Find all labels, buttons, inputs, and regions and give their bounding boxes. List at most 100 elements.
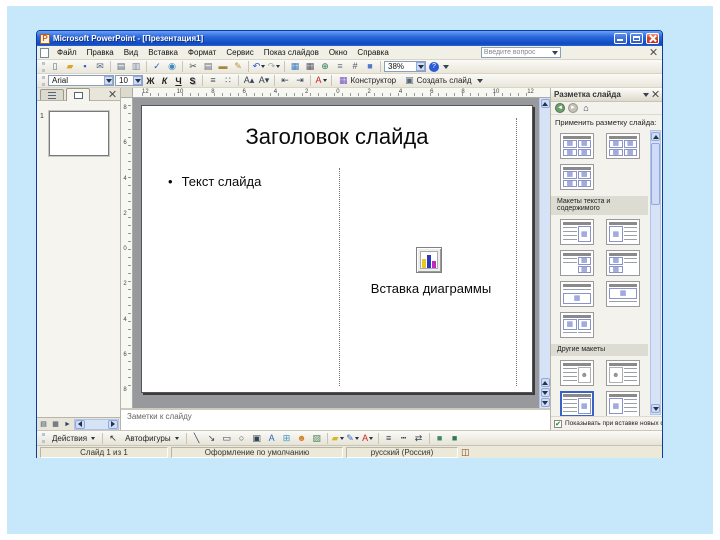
- insert-hyperlink-icon[interactable]: ⊕: [318, 60, 332, 73]
- show-on-insert-checkbox[interactable]: ✔ Показывать при вставке новых слайдов: [551, 416, 662, 430]
- layout-content-2x2[interactable]: ▦ ▦ ▦ ▦: [560, 164, 594, 190]
- increase-indent-icon[interactable]: ⇥: [293, 74, 307, 87]
- cut-icon[interactable]: ✂: [186, 60, 200, 73]
- line-style-icon[interactable]: ≡: [382, 432, 396, 445]
- slide-text-placeholder[interactable]: • Текст слайда: [168, 174, 261, 189]
- copy-icon[interactable]: ▤: [201, 60, 215, 73]
- wordart-icon[interactable]: A: [265, 432, 279, 445]
- new-icon[interactable]: ▯: [48, 60, 62, 73]
- open-icon[interactable]: ▰: [63, 60, 77, 73]
- menu-item-1[interactable]: Правка: [82, 47, 119, 58]
- paste-icon[interactable]: ▬: [216, 60, 230, 73]
- toolbar-grip[interactable]: [42, 61, 45, 72]
- normal-view-button[interactable]: ▤: [38, 419, 49, 430]
- slide-title-placeholder[interactable]: Заголовок слайда: [162, 124, 512, 150]
- show-grid-icon[interactable]: #: [348, 60, 362, 73]
- bullets-icon[interactable]: ∷: [221, 74, 235, 87]
- status-language[interactable]: русский (Россия): [346, 446, 458, 458]
- menu-item-4[interactable]: Формат: [183, 47, 221, 58]
- new-slide-button[interactable]: ▣ Создать слайд: [401, 74, 475, 87]
- menu-item-7[interactable]: Окно: [324, 47, 353, 58]
- layout-two-content-over-text[interactable]: ▦ ▦: [560, 312, 594, 338]
- draw-actions-button[interactable]: Действия: [48, 432, 99, 445]
- document-close-button[interactable]: [648, 47, 659, 58]
- decrease-font-icon[interactable]: A▾: [257, 74, 271, 87]
- picture-icon[interactable]: ▨: [310, 432, 324, 445]
- slide[interactable]: Заголовок слайда • Текст слайда Вставка …: [141, 105, 533, 393]
- menu-item-0[interactable]: Файл: [52, 47, 82, 58]
- clipart-icon[interactable]: ☻: [295, 432, 309, 445]
- title-bar[interactable]: P Microsoft PowerPoint - [Презентация1]: [37, 31, 662, 46]
- font-name-combo[interactable]: Arial: [48, 75, 114, 86]
- layout-content-four-boxes[interactable]: ▦ ▦ ▦ ▦: [560, 133, 594, 159]
- menu-item-3[interactable]: Вставка: [143, 47, 183, 58]
- print-preview-icon[interactable]: ▥: [129, 60, 143, 73]
- arrow-style-icon[interactable]: ⇄: [412, 432, 426, 445]
- text-shadow-button[interactable]: S: [186, 75, 199, 87]
- decrease-indent-icon[interactable]: ⇤: [278, 74, 292, 87]
- ask-question-box[interactable]: Введите вопрос: [480, 47, 561, 58]
- shadow-style-icon[interactable]: ■: [433, 432, 447, 445]
- 3d-style-icon[interactable]: ■: [448, 432, 462, 445]
- underline-button[interactable]: Ч: [172, 75, 185, 87]
- autoshapes-button[interactable]: Автофигуры: [121, 432, 183, 445]
- back-icon[interactable]: ◄: [555, 103, 565, 113]
- font-color-2-icon[interactable]: A: [361, 432, 375, 445]
- scroll-down-icon[interactable]: [540, 398, 550, 407]
- rectangle-icon[interactable]: ▭: [220, 432, 234, 445]
- toolbar-grip[interactable]: [42, 433, 45, 443]
- slideshow-button[interactable]: ►: [62, 419, 73, 430]
- print-icon[interactable]: ▤: [114, 60, 128, 73]
- redo-icon[interactable]: ↷: [267, 60, 281, 73]
- notes-pane[interactable]: Заметки к слайду: [121, 408, 550, 430]
- scroll-thumb[interactable]: [651, 143, 660, 205]
- task-pane-menu-icon[interactable]: [643, 92, 649, 97]
- forward-icon[interactable]: ►: [568, 103, 578, 113]
- oval-icon[interactable]: ○: [235, 432, 249, 445]
- layout-chart-and-text[interactable]: ▦: [606, 391, 640, 416]
- text-box-icon[interactable]: ▣: [250, 432, 264, 445]
- insert-chart-placeholder-button[interactable]: [416, 247, 442, 273]
- layout-text-and-two-content[interactable]: ▦ ▦: [560, 250, 594, 276]
- toolbar-options-icon[interactable]: [443, 64, 449, 69]
- insert-table-icon[interactable]: ▦: [303, 60, 317, 73]
- panel-close-button[interactable]: [107, 89, 118, 100]
- expand-all-icon[interactable]: ≡: [333, 60, 347, 73]
- tab-outline[interactable]: [40, 89, 64, 100]
- layout-two-content-and-text[interactable]: ▦ ▦: [606, 250, 640, 276]
- color-grayscale-icon[interactable]: ■: [363, 60, 377, 73]
- dash-style-icon[interactable]: ┅: [397, 432, 411, 445]
- slide-design-button[interactable]: ▦ Конструктор: [335, 74, 400, 87]
- toolbar-grip[interactable]: [42, 75, 45, 86]
- format-painter-icon[interactable]: ✎: [231, 60, 245, 73]
- slide-1-thumbnail[interactable]: [48, 110, 110, 157]
- increase-font-icon[interactable]: A▴: [242, 74, 256, 87]
- font-size-combo[interactable]: 10: [115, 75, 143, 86]
- layout-text-and-clipart[interactable]: ☻: [560, 360, 594, 386]
- layout-text-and-content[interactable]: ▦: [560, 219, 594, 245]
- layout-text-over-content[interactable]: ▦: [560, 281, 594, 307]
- vertical-scrollbar[interactable]: [539, 98, 550, 408]
- scroll-down-icon[interactable]: [651, 404, 660, 413]
- spelling-icon[interactable]: ✓: [150, 60, 164, 73]
- previous-slide-button[interactable]: [540, 378, 550, 387]
- scroll-left-icon[interactable]: [75, 419, 85, 429]
- fill-color-icon[interactable]: ▰: [331, 432, 345, 445]
- bold-button[interactable]: Ж: [144, 75, 157, 87]
- task-pane-close-icon[interactable]: [652, 91, 659, 98]
- menu-item-8[interactable]: Справка: [352, 47, 393, 58]
- font-color-icon[interactable]: A: [314, 74, 328, 87]
- select-object-icon[interactable]: ↖: [106, 432, 120, 445]
- italic-button[interactable]: К: [158, 75, 171, 87]
- layout-content-over-text[interactable]: ▦: [606, 281, 640, 307]
- line-color-icon[interactable]: ✎: [346, 432, 360, 445]
- minimize-button[interactable]: [614, 33, 627, 44]
- help-button[interactable]: ?: [427, 60, 441, 73]
- layout-content-two-and-two[interactable]: ▦ ▦ ▦ ▦: [606, 133, 640, 159]
- undo-icon[interactable]: ↶: [252, 60, 266, 73]
- menu-item-6[interactable]: Показ слайдов: [259, 47, 324, 58]
- scroll-right-icon[interactable]: [108, 419, 118, 429]
- layout-text-and-chart[interactable]: ▦: [560, 391, 594, 416]
- zoom-combo[interactable]: 38%: [384, 61, 426, 72]
- arrow-icon[interactable]: ↘: [205, 432, 219, 445]
